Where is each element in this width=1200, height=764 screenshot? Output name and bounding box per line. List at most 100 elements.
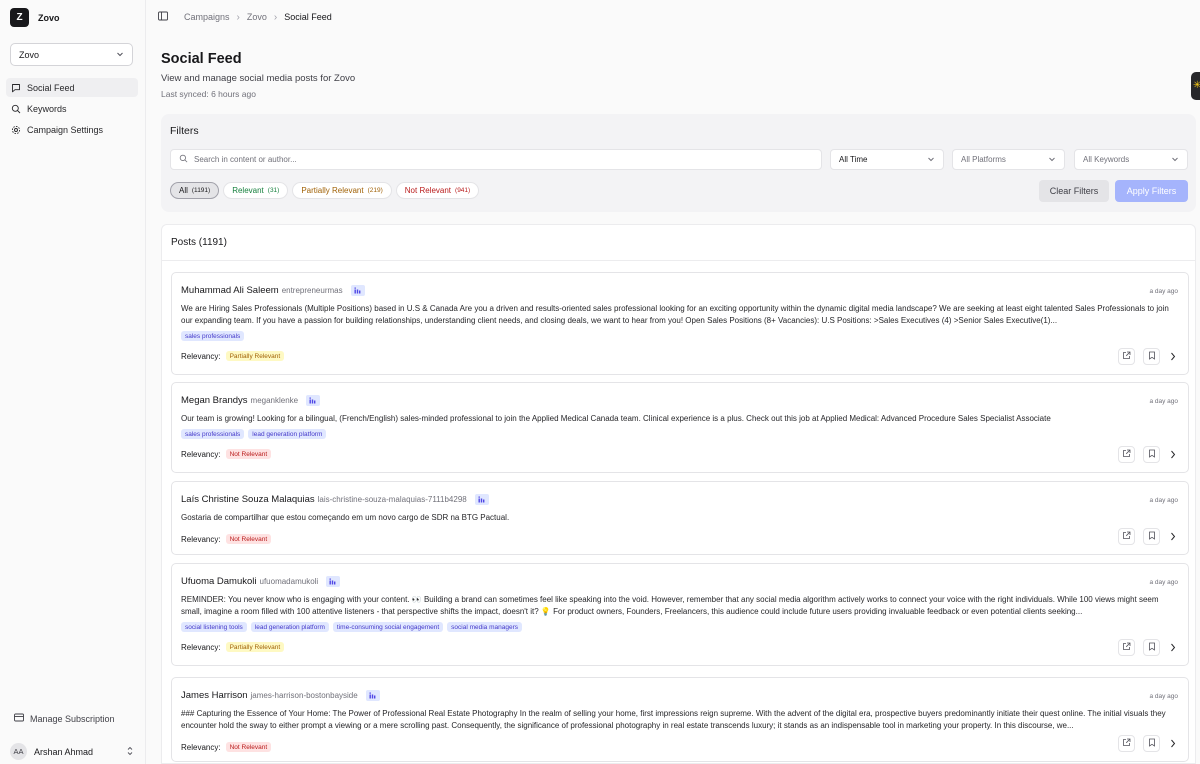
sidebar-item-label: Campaign Settings xyxy=(27,124,104,135)
keyword-tag: social listening tools xyxy=(181,622,247,632)
post-handle: meganklenke xyxy=(250,396,299,405)
relevancy-label: Relevancy: xyxy=(181,534,221,544)
post-content: Gostaria de compartilhar que estou começ… xyxy=(181,513,510,522)
post-author-row: Laís Christine Souza Malaquias lais-chris… xyxy=(181,494,489,505)
post-handle: ufuomadamukoli xyxy=(259,577,319,586)
open-external-button[interactable] xyxy=(1118,528,1135,545)
page-title: Social Feed xyxy=(161,51,242,67)
platform-select[interactable]: All Platforms xyxy=(952,149,1065,170)
post-card[interactable]: Ufuoma Damukoli ufuomadamukoli a day ago RE… xyxy=(171,563,1189,666)
chevron-right-icon[interactable] xyxy=(1168,738,1178,750)
chevron-right-icon[interactable] xyxy=(1168,531,1178,543)
bookmark-button[interactable] xyxy=(1143,735,1160,752)
relevancy-label: Relevancy: xyxy=(181,742,221,752)
pill-label: Partially Relevant xyxy=(301,186,364,195)
floating-widget-tab[interactable]: ✳ xyxy=(1191,72,1200,100)
project-select-value: Zovo xyxy=(19,49,40,60)
linkedin-icon xyxy=(474,494,489,505)
search-box xyxy=(170,149,822,170)
post-actions xyxy=(1118,348,1178,365)
chevron-right-icon[interactable] xyxy=(1168,351,1178,363)
post-author[interactable]: Laís Christine Souza Malaquias xyxy=(181,494,315,505)
pill-relevant[interactable]: Relevant (31) xyxy=(223,182,289,199)
post-handle: entrepreneurmas xyxy=(281,286,343,295)
open-external-button[interactable] xyxy=(1118,735,1135,752)
search-icon xyxy=(179,154,188,165)
keyword-select[interactable]: All Keywords xyxy=(1074,149,1188,170)
post-author-row: Megan Brandys meganklenke xyxy=(181,395,321,406)
linkedin-icon xyxy=(326,576,341,587)
post-author-row: Muhammad Ali Saleem entrepreneurmas xyxy=(181,285,365,296)
manage-subscription-label: Manage Subscription xyxy=(30,713,115,724)
post-author[interactable]: James Harrison xyxy=(181,690,248,701)
chevron-right-icon[interactable] xyxy=(1168,449,1178,461)
keyword-tag: lead generation platform xyxy=(250,622,329,632)
time-select-value: All Time xyxy=(839,155,868,164)
post-card[interactable]: Muhammad Ali Saleem entrepreneurmas a day … xyxy=(171,272,1189,375)
post-actions xyxy=(1118,639,1178,656)
open-external-button[interactable] xyxy=(1118,446,1135,463)
sidebar-item-label: Social Feed xyxy=(27,82,75,93)
post-actions xyxy=(1118,446,1178,463)
time-select[interactable]: All Time xyxy=(830,149,944,170)
post-time: a day ago xyxy=(1149,497,1178,504)
open-external-button[interactable] xyxy=(1118,639,1135,656)
sidebar-toggle-icon[interactable] xyxy=(158,11,168,23)
post-card[interactable]: James Harrison james-harrison-bostonbaysi… xyxy=(171,677,1189,762)
breadcrumb-campaigns[interactable]: Campaigns xyxy=(184,12,230,22)
message-square-icon xyxy=(11,83,21,93)
external-link-icon xyxy=(1122,642,1131,653)
post-author[interactable]: Ufuoma Damukoli xyxy=(181,576,257,587)
bookmark-button[interactable] xyxy=(1143,348,1160,365)
keyword-tag: time-consuming social engagement xyxy=(332,622,444,632)
brand[interactable]: Z Zovo xyxy=(10,8,60,27)
sidebar-nav: Social Feed Keywords Campaign Settings xyxy=(6,78,138,141)
sparkle-icon: ✳ xyxy=(1193,80,1200,91)
sidebar-item-keywords[interactable]: Keywords xyxy=(6,99,138,118)
post-content: ### Capturing the Essence of Your Home: … xyxy=(181,709,1166,730)
chevron-down-icon xyxy=(927,155,935,165)
post-author[interactable]: Megan Brandys xyxy=(181,395,248,406)
open-external-button[interactable] xyxy=(1118,348,1135,365)
post-tags: sales professionals lead generation platf… xyxy=(181,429,327,439)
bookmark-button[interactable] xyxy=(1143,528,1160,545)
relevancy-label: Relevancy: xyxy=(181,351,221,361)
pill-all[interactable]: All (1191) xyxy=(170,182,220,199)
external-link-icon xyxy=(1122,351,1131,362)
external-link-icon xyxy=(1122,738,1131,749)
post-card[interactable]: Laís Christine Souza Malaquias lais-chris… xyxy=(171,481,1189,555)
post-actions xyxy=(1118,735,1178,752)
sidebar-item-campaign-settings[interactable]: Campaign Settings xyxy=(6,120,138,139)
bookmark-button[interactable] xyxy=(1143,639,1160,656)
sidebar-item-social-feed[interactable]: Social Feed xyxy=(6,78,138,97)
relevancy-badge: Not Relevant xyxy=(225,449,272,459)
last-synced: Last synced: 6 hours ago xyxy=(161,89,256,99)
linkedin-icon xyxy=(306,395,321,406)
gear-icon xyxy=(11,125,21,135)
chevron-right-icon[interactable] xyxy=(1168,642,1178,654)
pill-partially-relevant[interactable]: Partially Relevant (219) xyxy=(292,182,392,199)
search-input[interactable] xyxy=(194,155,794,164)
keyword-tag: sales professionals xyxy=(181,331,245,341)
breadcrumb-zovo[interactable]: Zovo xyxy=(247,12,267,22)
bookmark-icon xyxy=(1148,738,1156,749)
pill-label: All xyxy=(179,186,188,195)
pill-count: (219) xyxy=(367,187,383,194)
clear-filters-button[interactable]: Clear Filters xyxy=(1039,180,1109,202)
posts-panel: Posts (1191) Muhammad Ali Saleem entrepre… xyxy=(161,224,1196,764)
apply-filters-button[interactable]: Apply Filters xyxy=(1115,180,1188,202)
post-relevancy: Relevancy: Not Relevant xyxy=(181,742,272,752)
external-link-icon xyxy=(1122,449,1131,460)
relevancy-pills: All (1191) Relevant (31) Partially Relev… xyxy=(170,182,480,199)
project-select[interactable]: Zovo xyxy=(10,43,133,66)
post-author[interactable]: Muhammad Ali Saleem xyxy=(181,285,279,296)
posts-header: Posts (1191) xyxy=(162,225,1195,261)
chevron-down-icon xyxy=(116,50,124,60)
manage-subscription-link[interactable]: Manage Subscription xyxy=(14,713,115,724)
bookmark-button[interactable] xyxy=(1143,446,1160,463)
user-menu[interactable]: AA Arshan Ahmad xyxy=(10,743,134,760)
linkedin-icon xyxy=(350,285,365,296)
post-card[interactable]: Megan Brandys meganklenke a day ago Our tea… xyxy=(171,382,1189,473)
pill-not-relevant[interactable]: Not Relevant (941) xyxy=(395,182,480,199)
relevancy-badge: Partially Relevant xyxy=(225,351,285,361)
